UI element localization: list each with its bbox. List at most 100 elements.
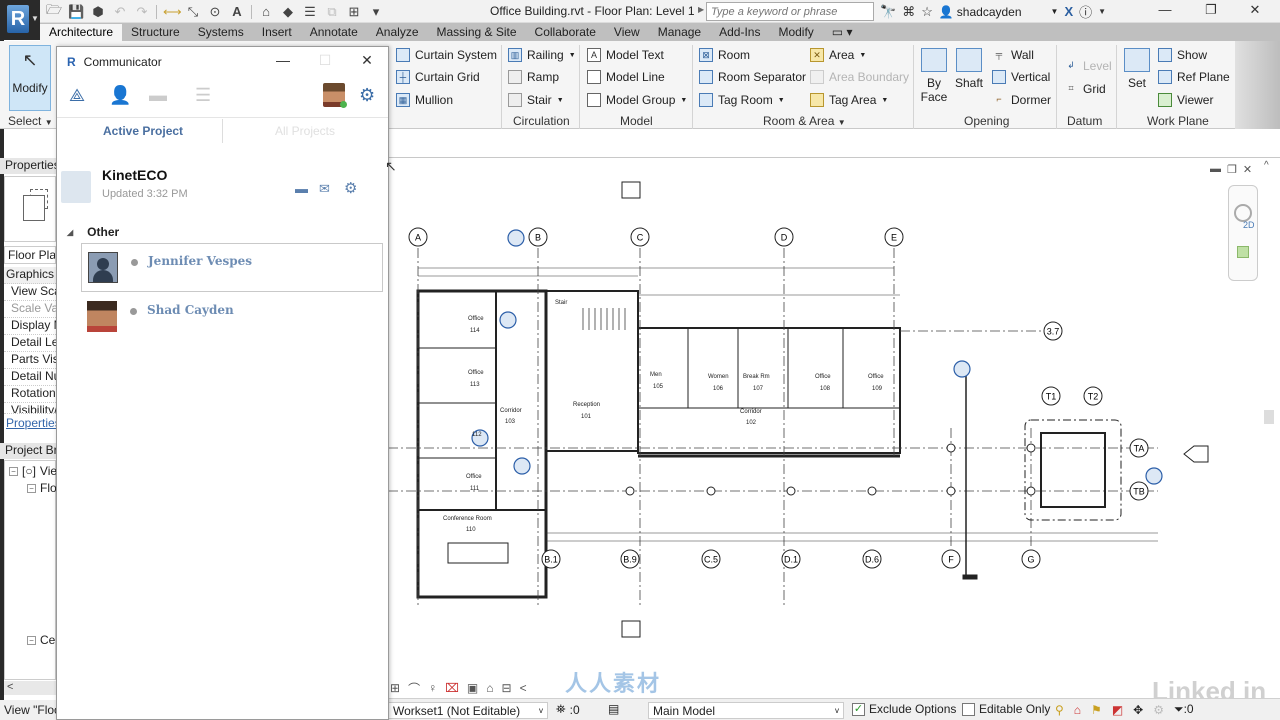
project-settings-icon[interactable]: ⚙	[344, 179, 357, 197]
model-group-button[interactable]: Model Group ▼	[587, 93, 687, 107]
worksharing-monitor[interactable]: ⛯:0	[556, 702, 580, 717]
collapse-icon[interactable]: −	[9, 466, 18, 476]
user-account[interactable]: 👤 shadcayden ▼	[939, 5, 1059, 19]
grid-bubble[interactable]: B	[528, 227, 548, 247]
property-group-graphics[interactable]: Graphics	[4, 267, 56, 284]
minimize-view-icon[interactable]: ▬	[1210, 163, 1221, 176]
exclude-options-checkbox[interactable]: ✓ Exclude Options	[852, 702, 956, 716]
tab-analyze[interactable]: Analyze	[367, 24, 428, 41]
property-row[interactable]: Detail Number	[4, 369, 56, 386]
property-row[interactable]: Scale Value	[4, 301, 56, 318]
restore-view-icon[interactable]: ❐	[1227, 163, 1237, 176]
restore-button[interactable]: ❐	[1196, 2, 1226, 18]
show-crop-icon[interactable]: ▣	[467, 681, 478, 695]
tag-area-button[interactable]: Tag Area ▼	[810, 93, 888, 107]
stair-button[interactable]: Stair ▼	[508, 93, 564, 107]
application-menu-button[interactable]: R ▼	[0, 0, 40, 40]
light-bulb-icon[interactable]: ♀	[428, 681, 437, 695]
tab-manage[interactable]: Manage	[649, 24, 710, 41]
my-avatar[interactable]	[323, 83, 347, 108]
tab-systems[interactable]: Systems	[189, 24, 253, 41]
tab-active-project[interactable]: Active Project	[103, 124, 183, 138]
property-row[interactable]: Detail Level	[4, 335, 56, 352]
project-network-icon[interactable]: ⟁	[69, 85, 85, 106]
select-links-icon[interactable]: ⚲	[1055, 703, 1064, 717]
editing-requests-button[interactable]: ▤	[608, 702, 619, 716]
grid-bubble[interactable]: B.1	[541, 549, 561, 569]
text-icon[interactable]: A	[229, 4, 245, 19]
grid-bubble[interactable]: D.6	[862, 549, 882, 569]
binoculars-icon[interactable]: 🔭	[880, 4, 896, 20]
property-row[interactable]: Parts Visibility	[4, 352, 56, 369]
background-process-icon[interactable]: ⚙	[1153, 703, 1164, 717]
close-button[interactable]: ✕	[1240, 2, 1270, 18]
chat-icon[interactable]: ▬	[149, 85, 167, 106]
grid-bubble[interactable]: C.5	[701, 549, 721, 569]
save-icon[interactable]: 💾	[68, 4, 84, 20]
measure-icon[interactable]: ⟷	[163, 4, 182, 20]
grid-bubble[interactable]: B.9	[620, 549, 640, 569]
dormer-button[interactable]: ⌐ Dormer	[992, 93, 1051, 107]
grid-bubble[interactable]: A	[408, 227, 428, 247]
exchange-apps-icon[interactable]: X	[1064, 4, 1073, 19]
project-email-icon[interactable]: ✉	[319, 181, 330, 197]
grid-bubble[interactable]: 3.7	[1043, 321, 1063, 341]
grid-bubble[interactable]: TA	[1129, 438, 1149, 458]
scroll-up-button[interactable]: ^	[1264, 160, 1269, 171]
area-button[interactable]: ✕ Area ▼	[810, 48, 866, 62]
close-view-icon[interactable]: ✕	[1243, 163, 1252, 176]
close-button[interactable]: ✕	[357, 52, 377, 69]
list-icon[interactable]: ☰	[195, 85, 211, 106]
wall-opening-button[interactable]: ╤ Wall	[992, 48, 1034, 62]
help-icon[interactable]: ⓘ	[1079, 2, 1092, 21]
maximize-button[interactable]: ☐	[315, 52, 335, 69]
tab-architecture[interactable]: Architecture	[40, 24, 123, 41]
tab-massing-site[interactable]: Massing & Site	[428, 24, 526, 41]
switch-windows-icon[interactable]: ⊞	[346, 4, 362, 20]
grid-bubble[interactable]: T1	[1041, 386, 1061, 406]
shaft-button[interactable]: Shaft	[952, 48, 986, 90]
room-separator-button[interactable]: Room Separator	[699, 70, 806, 84]
thin-lines-icon[interactable]: ☰	[302, 4, 318, 20]
filter-icon[interactable]: ⏷:0	[1174, 702, 1194, 717]
railing-button[interactable]: ▥ Railing ▼	[508, 48, 576, 62]
undo-icon[interactable]: ↶	[112, 4, 128, 20]
subscription-icon[interactable]: ⌘	[902, 4, 915, 20]
collapse-icon[interactable]: −	[27, 635, 36, 645]
star-icon[interactable]: ☆	[921, 4, 933, 20]
mullion-button[interactable]: ▦ Mullion	[396, 93, 453, 107]
redo-icon[interactable]: ↷	[134, 4, 150, 20]
minimize-button[interactable]: —	[1150, 2, 1180, 17]
ribbon-minimize-toggle[interactable]: ▭ ▾	[823, 24, 862, 41]
grid-bubble[interactable]: D	[774, 227, 794, 247]
grid-bubble[interactable]: TB	[1129, 481, 1149, 501]
select-dropdown[interactable]: Select ▼	[8, 114, 53, 128]
search-input[interactable]	[706, 2, 874, 21]
chevron-down-icon[interactable]: ▼	[1098, 7, 1106, 16]
curtain-grid-button[interactable]: ┼ Curtain Grid	[396, 70, 480, 84]
set-work-plane-button[interactable]: Set	[1122, 48, 1152, 90]
editable-only-checkbox[interactable]: Editable Only	[962, 702, 1050, 716]
zoom-region-icon[interactable]	[1237, 246, 1249, 258]
minimize-button[interactable]: —	[273, 52, 293, 68]
collapse-icon[interactable]: −	[27, 483, 36, 493]
grid-bubble[interactable]: C	[630, 227, 650, 247]
drawing-area[interactable]: Office 114 Office 113 112 Office 111 Con…	[388, 157, 1280, 677]
floor-plan-drawing[interactable]: Office 114 Office 113 112 Office 111 Con…	[388, 158, 1280, 678]
property-row[interactable]: Display Model	[4, 318, 56, 335]
ref-plane-button[interactable]: Ref Plane	[1158, 70, 1230, 84]
tag-room-button[interactable]: Tag Room ▼	[699, 93, 785, 107]
grid-bubble[interactable]: G	[1021, 549, 1041, 569]
select-pinned-icon[interactable]: ⚑	[1091, 703, 1102, 717]
vertical-scrollbar[interactable]	[1264, 410, 1274, 424]
type-selector[interactable]: Floor Plan	[4, 246, 56, 264]
room-button[interactable]: ⊠ Room	[699, 48, 750, 62]
analytical-model-icon[interactable]: ⊟	[502, 681, 512, 695]
tab-structure[interactable]: Structure	[122, 24, 189, 41]
section-header-other[interactable]: ◢ Other	[67, 225, 119, 239]
tab-view[interactable]: View	[605, 24, 649, 41]
customize-icon[interactable]: ▾	[368, 4, 384, 20]
reveal-hidden-icon[interactable]: ⌒	[408, 680, 420, 697]
tab-modify[interactable]: Modify	[769, 24, 822, 41]
tab-all-projects[interactable]: All Projects	[275, 124, 335, 138]
